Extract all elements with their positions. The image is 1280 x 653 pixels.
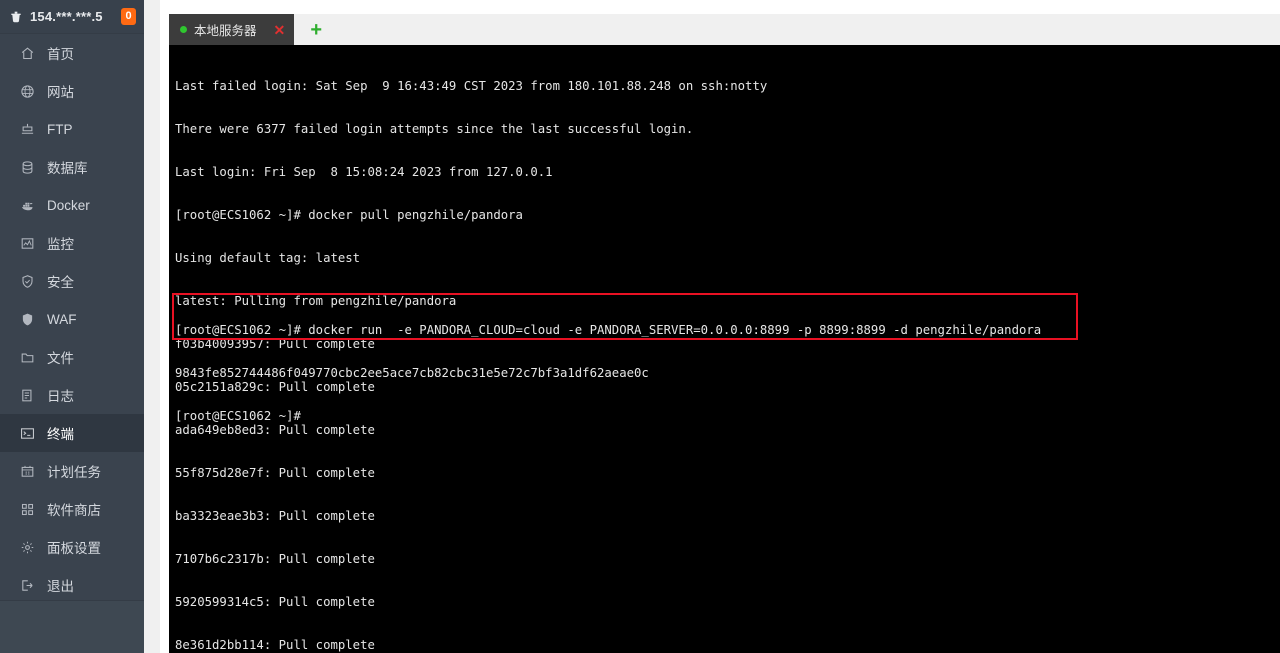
sidebar-item-label: 监控	[47, 237, 74, 252]
database-icon	[20, 160, 35, 175]
waf-icon	[20, 312, 35, 327]
sidebar-item-appstore[interactable]: 软件商店	[0, 490, 144, 528]
plus-icon: +	[310, 18, 323, 41]
sidebar-item-label: 文件	[47, 351, 74, 366]
sidebar-item-settings[interactable]: 面板设置	[0, 528, 144, 566]
gear-icon	[20, 540, 35, 555]
shield-icon	[20, 274, 35, 289]
sidebar-item-files[interactable]: 文件	[0, 338, 144, 376]
connection-status-dot	[180, 26, 187, 33]
sidebar-item-label: 安全	[47, 275, 74, 290]
sidebar-item-website[interactable]: 网站	[0, 72, 144, 110]
layout-gap-white	[160, 0, 169, 653]
sidebar-item-label: 网站	[47, 85, 74, 100]
terminal-tabbar: 本地服务器 ✕ +	[169, 14, 1280, 45]
terminal-icon	[20, 426, 35, 441]
logout-icon	[20, 578, 35, 593]
terminal-line: 7107b6c2317b: Pull complete	[175, 552, 375, 567]
sidebar-header: 154.***.***.5 0	[0, 0, 144, 34]
sidebar-item-label: 计划任务	[47, 465, 101, 480]
terminal-line: [root@ECS1062 ~]# docker pull pengzhile/…	[175, 207, 523, 222]
sidebar-item-cron[interactable]: 计划任务	[0, 452, 144, 490]
terminal-tab-label: 本地服务器	[194, 24, 257, 38]
sidebar-menu: 首页 网站 FTP 数据库 Docker 监控 安全 WAF 文件 日志 终端 …	[0, 34, 144, 604]
main-content: 本地服务器 ✕ + Last failed login: Sat Sep 9 1…	[169, 0, 1280, 653]
sidebar-item-label: 软件商店	[47, 503, 101, 518]
ftp-icon	[20, 122, 35, 137]
sidebar-item-label: 日志	[47, 389, 74, 404]
sidebar-footer	[0, 600, 144, 653]
globe-icon	[20, 84, 35, 99]
main-top-spacer	[169, 0, 1280, 14]
terminal-line: 5920599314c5: Pull complete	[175, 595, 375, 610]
sidebar-item-logs[interactable]: 日志	[0, 376, 144, 414]
calendar-icon	[20, 464, 35, 479]
sidebar-item-label: 终端	[47, 427, 74, 442]
sidebar-item-label: 数据库	[47, 161, 88, 176]
sidebar-item-label: Docker	[47, 197, 90, 213]
sidebar-item-home[interactable]: 首页	[0, 34, 144, 72]
server-ip-label: 154.***.***.5	[30, 9, 103, 24]
panel-app: 154.***.***.5 0 首页 网站 FTP 数据库 Docker 监控 …	[0, 0, 1280, 653]
sidebar-item-monitor[interactable]: 监控	[0, 224, 144, 262]
sidebar-item-waf[interactable]: WAF	[0, 300, 144, 338]
terminal-line: 9843fe852744486f049770cbc2ee5ace7cb82cbc…	[175, 365, 649, 380]
add-terminal-tab-button[interactable]: +	[294, 14, 338, 45]
sidebar-item-label: FTP	[47, 121, 73, 137]
terminal-line: There were 6377 failed login attempts si…	[175, 121, 694, 136]
panel-shield-icon	[8, 9, 24, 25]
close-icon[interactable]: ✕	[264, 23, 286, 37]
notification-badge[interactable]: 0	[121, 8, 136, 25]
sidebar-item-label: 首页	[47, 47, 74, 62]
terminal-line: [root@ECS1062 ~]#	[175, 408, 301, 423]
sidebar-item-terminal[interactable]: 终端	[0, 414, 144, 452]
layout-gap-gray	[144, 0, 160, 653]
terminal-output[interactable]: Last failed login: Sat Sep 9 16:43:49 CS…	[169, 45, 1280, 653]
sidebar-item-docker[interactable]: Docker	[0, 186, 144, 224]
terminal-line: Last login: Fri Sep 8 15:08:24 2023 from…	[175, 164, 553, 179]
terminal-tab[interactable]: 本地服务器 ✕	[169, 14, 295, 45]
sidebar-item-ftp[interactable]: FTP	[0, 110, 144, 148]
terminal-line: 55f875d28e7f: Pull complete	[175, 465, 375, 480]
terminal-highlighted-block: [root@ECS1062 ~]# docker run -e PANDORA_…	[175, 294, 1041, 452]
terminal-line: ba3323eae3b3: Pull complete	[175, 509, 375, 523]
sidebar-item-label: WAF	[47, 311, 77, 327]
sidebar-item-label: 退出	[47, 579, 74, 594]
apps-icon	[20, 502, 35, 517]
sidebar-item-logout[interactable]: 退出	[0, 566, 144, 604]
sidebar-item-database[interactable]: 数据库	[0, 148, 144, 186]
terminal-line: Using default tag: latest	[175, 250, 361, 265]
terminal-line: [root@ECS1062 ~]# docker run -e PANDORA_…	[175, 322, 1042, 337]
terminal-line: Last failed login: Sat Sep 9 16:43:49 CS…	[175, 78, 768, 93]
monitor-icon	[20, 236, 35, 251]
home-icon	[20, 46, 35, 61]
sidebar-item-label: 面板设置	[47, 541, 101, 556]
docker-icon	[20, 198, 35, 213]
terminal-line: 8e361d2bb114: Pull complete	[175, 638, 375, 653]
sidebar: 154.***.***.5 0 首页 网站 FTP 数据库 Docker 监控 …	[0, 0, 144, 653]
log-icon	[20, 388, 35, 403]
folder-icon	[20, 350, 35, 365]
sidebar-item-security[interactable]: 安全	[0, 262, 144, 300]
